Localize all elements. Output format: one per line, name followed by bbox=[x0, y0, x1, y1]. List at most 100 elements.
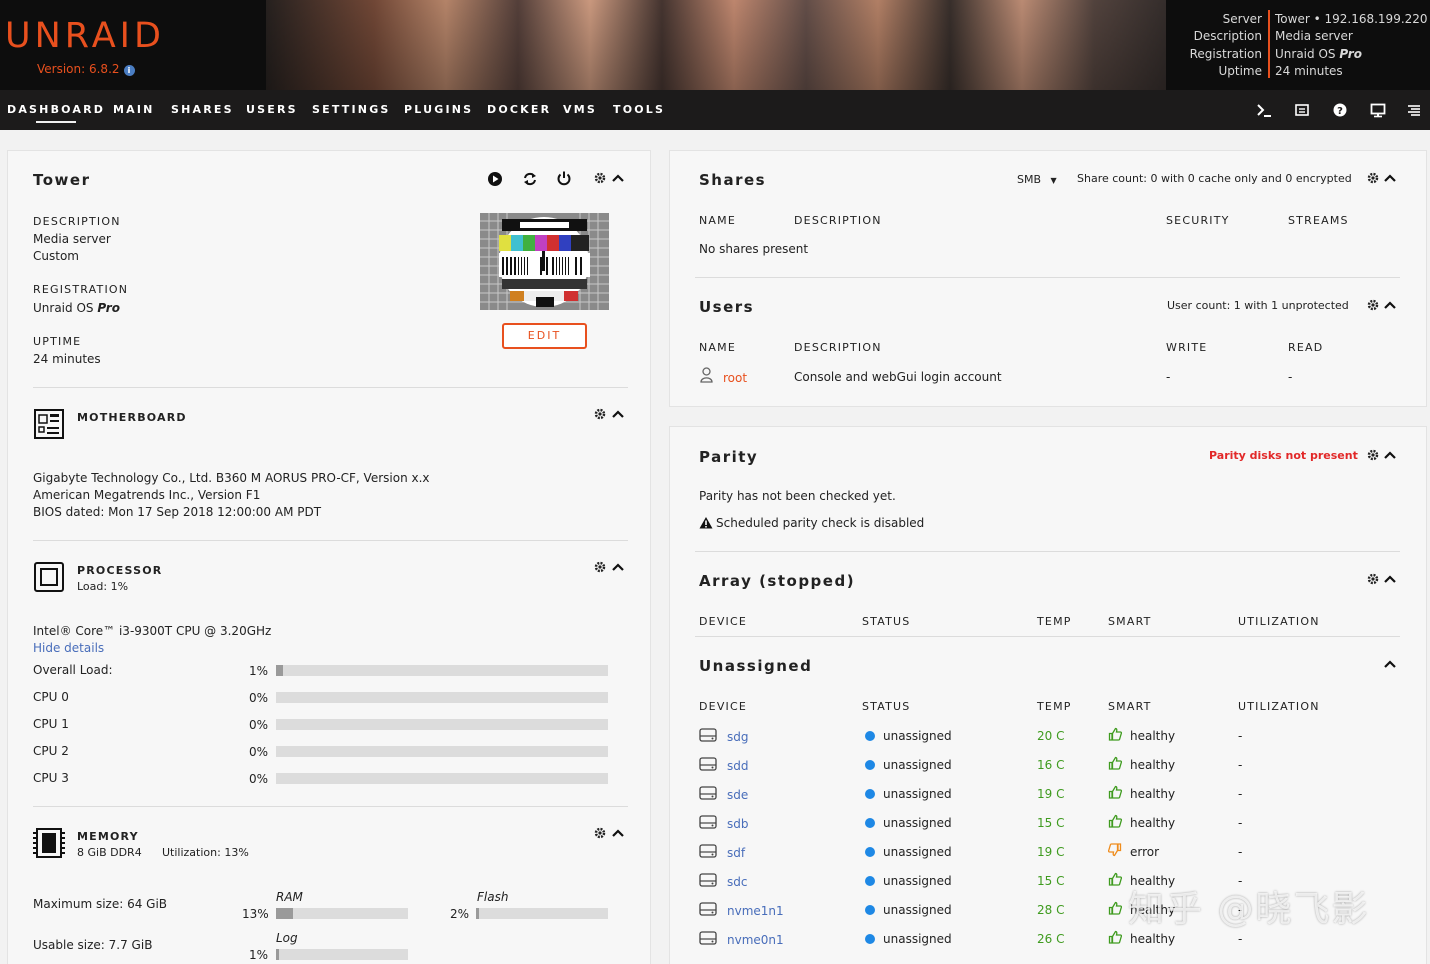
warning-icon bbox=[699, 517, 713, 529]
disk-smart-status: healthy bbox=[1130, 787, 1176, 801]
status-dot-icon bbox=[865, 760, 875, 770]
share-protocol-select[interactable]: SMB ▼ bbox=[1017, 173, 1057, 186]
motherboard-title: MOTHERBOARD bbox=[77, 411, 187, 424]
nav-plugins[interactable]: PLUGINS bbox=[404, 103, 473, 116]
gear-icon[interactable] bbox=[594, 408, 606, 420]
server-name: Tower bbox=[1275, 12, 1310, 26]
tower-description-label: DESCRIPTION bbox=[33, 215, 121, 228]
tower-description-sub: Custom bbox=[33, 249, 79, 263]
play-icon[interactable] bbox=[487, 171, 503, 187]
nav-shares[interactable]: SHARES bbox=[171, 103, 234, 116]
processor-load: Load: 1% bbox=[77, 580, 129, 593]
gear-icon[interactable] bbox=[1367, 172, 1379, 184]
motherboard-icon bbox=[34, 409, 64, 439]
disk-device-link[interactable]: sdc bbox=[727, 875, 747, 889]
processor-title: PROCESSOR bbox=[77, 564, 163, 577]
hide-details-link[interactable]: Hide details bbox=[33, 641, 104, 655]
shares-col-security: SECURITY bbox=[1166, 214, 1230, 227]
status-dot-icon bbox=[865, 876, 875, 886]
user-root-read: - bbox=[1288, 370, 1293, 384]
gear-icon[interactable] bbox=[1367, 449, 1379, 461]
nav-users[interactable]: USERS bbox=[246, 103, 298, 116]
refresh-icon[interactable] bbox=[522, 171, 538, 187]
help-icon[interactable]: ? bbox=[1332, 102, 1348, 118]
disk-utilization: - bbox=[1238, 845, 1243, 859]
collapse-icon[interactable] bbox=[1384, 659, 1396, 671]
status-dot-icon bbox=[865, 789, 875, 799]
log-icon[interactable] bbox=[1294, 102, 1310, 118]
ram-label: RAM bbox=[276, 890, 303, 904]
gear-icon[interactable] bbox=[594, 172, 606, 184]
nav-docker[interactable]: DOCKER bbox=[487, 103, 551, 116]
collapse-icon[interactable] bbox=[612, 562, 624, 574]
collapse-icon[interactable] bbox=[1384, 450, 1396, 462]
disk-device-link[interactable]: sde bbox=[727, 788, 748, 802]
disk-device-link[interactable]: nvme0n1 bbox=[727, 933, 784, 947]
dashboard-left-panel: Tower DESCRIPTION Media server Custom RE… bbox=[7, 150, 651, 964]
parity-status-alert: Parity disks not present bbox=[1209, 449, 1358, 462]
server-info-key: Server bbox=[1222, 12, 1262, 26]
disk-device-link[interactable]: sdf bbox=[727, 846, 745, 860]
disk-smart-status: healthy bbox=[1130, 816, 1176, 830]
main-nav: DASHBOARD MAIN SHARES USERS SETTINGS PLUGINS D… bbox=[0, 90, 1430, 130]
nav-dashboard[interactable]: DASHBOARD bbox=[7, 103, 105, 123]
users-title: Users bbox=[699, 298, 755, 316]
gear-icon[interactable] bbox=[594, 827, 606, 839]
disk-device-link[interactable]: sdb bbox=[727, 817, 749, 831]
tower-description-value: Media server bbox=[33, 232, 111, 246]
collapse-icon[interactable] bbox=[1384, 574, 1396, 586]
status-dot-icon bbox=[865, 847, 875, 857]
disk-status: unassigned bbox=[883, 874, 952, 888]
gear-icon[interactable] bbox=[594, 561, 606, 573]
log-percent: 1% bbox=[249, 948, 269, 962]
nav-vms[interactable]: VMS bbox=[563, 103, 597, 116]
unraid-logo[interactable]: UNRAID bbox=[5, 16, 165, 56]
gear-icon[interactable] bbox=[1367, 299, 1379, 311]
thumbs-up-icon bbox=[1108, 727, 1123, 744]
motherboard-bios-vendor: American Megatrends Inc., Version F1 bbox=[33, 488, 261, 502]
memory-max-size: Maximum size: 64 GiB bbox=[33, 897, 168, 911]
tower-title: Tower bbox=[33, 171, 91, 189]
collapse-icon[interactable] bbox=[612, 409, 624, 421]
disk-device-link[interactable]: nvme1n1 bbox=[727, 904, 784, 918]
menu-icon[interactable] bbox=[1406, 102, 1422, 118]
collapse-icon[interactable] bbox=[612, 828, 624, 840]
gear-icon[interactable] bbox=[1367, 573, 1379, 585]
power-icon[interactable] bbox=[556, 170, 572, 186]
nav-tools[interactable]: TOOLS bbox=[613, 103, 665, 116]
collapse-icon[interactable] bbox=[1384, 173, 1396, 185]
cpu-load-percent: 0% bbox=[249, 718, 269, 732]
server-registration: Unraid OS Pro bbox=[1275, 46, 1362, 61]
user-root-link[interactable]: root bbox=[723, 371, 747, 385]
disk-status: unassigned bbox=[883, 787, 952, 801]
tower-registration-value: Unraid OS Pro bbox=[33, 301, 120, 315]
disk-device-link[interactable]: sdd bbox=[727, 759, 749, 773]
collapse-icon[interactable] bbox=[612, 173, 624, 185]
disk-temp: 28 C bbox=[1037, 903, 1065, 917]
monitor-icon[interactable] bbox=[1370, 102, 1386, 118]
unassigned-col-temp: TEMP bbox=[1037, 700, 1072, 713]
info-icon[interactable]: i bbox=[123, 65, 135, 76]
disk-temp: 19 C bbox=[1037, 787, 1065, 801]
array-col-device: DEVICE bbox=[699, 615, 748, 628]
thumbs-up-icon bbox=[1108, 872, 1123, 889]
version-text: Version: 6.8.2 bbox=[37, 62, 120, 76]
nav-main[interactable]: MAIN bbox=[113, 103, 155, 116]
no-shares-message: No shares present bbox=[699, 242, 809, 256]
edit-button[interactable]: EDIT bbox=[502, 323, 587, 349]
array-col-smart: SMART bbox=[1108, 615, 1152, 628]
disk-utilization: - bbox=[1238, 932, 1243, 946]
disk-status: unassigned bbox=[883, 932, 952, 946]
terminal-icon[interactable] bbox=[1256, 102, 1272, 118]
motherboard-bios-date: BIOS dated: Mon 17 Sep 2018 12:00:00 AM … bbox=[33, 505, 322, 519]
server-image[interactable] bbox=[480, 213, 609, 310]
processor-icon bbox=[34, 562, 64, 592]
user-count: User count: 1 with 1 unprotected bbox=[1167, 299, 1349, 312]
parity-check-message: Parity has not been checked yet. bbox=[699, 489, 896, 503]
collapse-icon[interactable] bbox=[1384, 300, 1396, 312]
cpu-load-label: Overall Load: bbox=[33, 663, 113, 677]
disk-device-link[interactable]: sdg bbox=[727, 730, 749, 744]
header: UNRAID Version: 6.8.2 i Server Description… bbox=[0, 0, 1430, 90]
cpu-load-label: CPU 1 bbox=[33, 717, 69, 731]
nav-settings[interactable]: SETTINGS bbox=[312, 103, 391, 116]
